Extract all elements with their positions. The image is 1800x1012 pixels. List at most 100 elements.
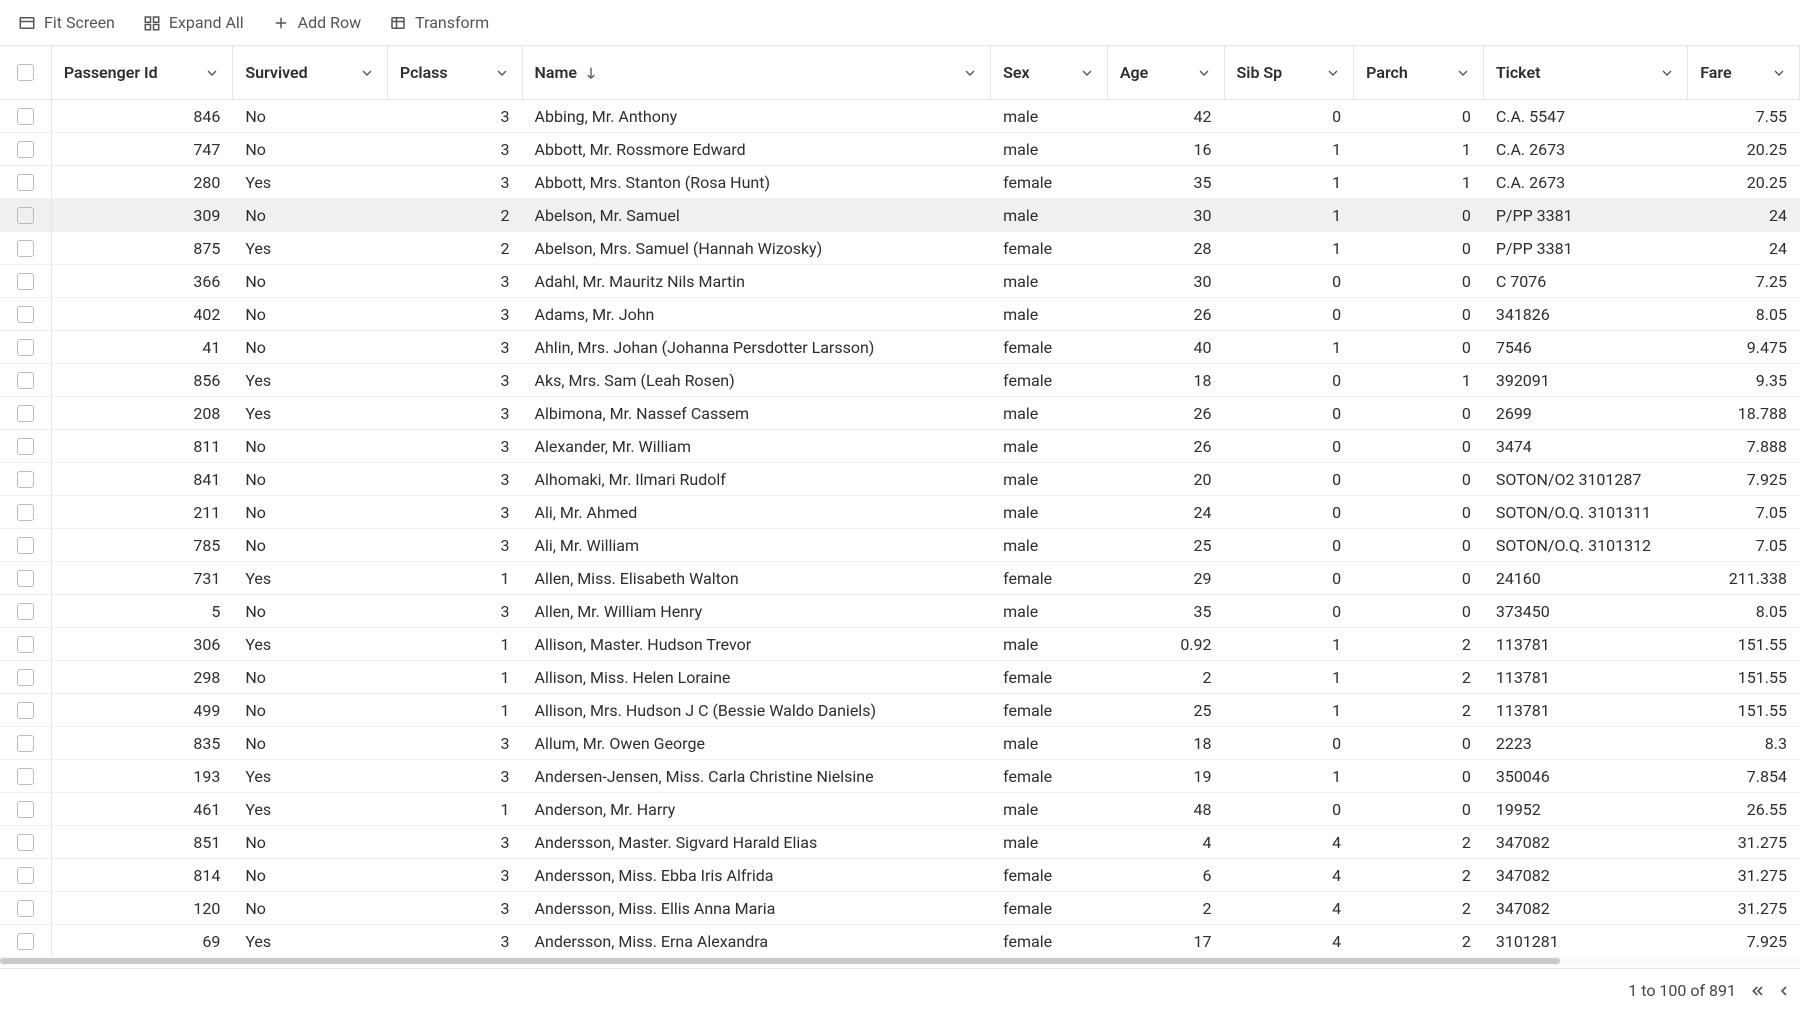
table-row[interactable]: 5No3Allen, Mr. William Henrymale35003734… [0,595,1800,628]
table-row[interactable]: 851No3Andersson, Master. Sigvard Harald … [0,826,1800,859]
column-header-ticket[interactable]: Ticket [1484,46,1688,99]
table-row[interactable]: 731Yes1Allen, Miss. Elisabeth Waltonfema… [0,562,1800,595]
cell-sex: male [991,595,1108,627]
chevron-down-icon[interactable] [1325,65,1341,81]
column-header-parch[interactable]: Parch [1354,46,1484,99]
row-checkbox[interactable] [17,438,34,455]
row-select-cell [0,892,52,924]
table-row[interactable]: 298No1Allison, Miss. Helen Lorainefemale… [0,661,1800,694]
row-checkbox[interactable] [17,240,34,257]
row-checkbox[interactable] [17,306,34,323]
horizontal-scrollbar-thumb[interactable] [0,958,1560,964]
cell-survived: No [233,430,388,462]
table-row[interactable]: 461Yes1Anderson, Mr. Harrymale4800199522… [0,793,1800,826]
transform-button[interactable]: Transform [389,13,489,32]
row-checkbox[interactable] [17,405,34,422]
row-checkbox[interactable] [17,867,34,884]
cell-survived: No [233,595,388,627]
horizontal-scrollbar[interactable] [0,956,1800,966]
chevron-down-icon[interactable] [1196,65,1212,81]
cell-pclass: 3 [388,826,523,858]
expand-all-button[interactable]: Expand All [143,13,244,32]
row-checkbox[interactable] [17,207,34,224]
table-row[interactable]: 41No3Ahlin, Mrs. Johan (Johanna Persdott… [0,331,1800,364]
add-row-button[interactable]: Add Row [272,13,361,32]
row-checkbox[interactable] [17,603,34,620]
table-row[interactable]: 856Yes3Aks, Mrs. Sam (Leah Rosen)female1… [0,364,1800,397]
row-checkbox[interactable] [17,669,34,686]
column-header-age[interactable]: Age [1108,46,1225,99]
chevron-down-icon[interactable] [1455,65,1471,81]
chevron-down-icon[interactable] [1659,65,1675,81]
row-checkbox[interactable] [17,702,34,719]
cell-age: 26 [1108,430,1225,462]
first-page-icon[interactable] [1750,983,1766,999]
column-header-fare[interactable]: Fare [1688,46,1800,99]
row-checkbox[interactable] [17,273,34,290]
row-checkbox[interactable] [17,537,34,554]
row-checkbox[interactable] [17,174,34,191]
column-header-passenger-id[interactable]: Passenger Id [52,46,234,99]
row-checkbox[interactable] [17,735,34,752]
row-checkbox[interactable] [17,933,34,950]
row-checkbox[interactable] [17,471,34,488]
table-row[interactable]: 208Yes3Albimona, Mr. Nassef Cassemmale26… [0,397,1800,430]
column-header-sex[interactable]: Sex [991,46,1108,99]
column-header-survived[interactable]: Survived [233,46,388,99]
cell-fare: 20.25 [1688,133,1800,165]
cell-parch: 1 [1354,364,1484,396]
chevron-down-icon[interactable] [1079,65,1095,81]
prev-page-icon[interactable] [1776,983,1792,999]
row-checkbox[interactable] [17,570,34,587]
row-checkbox[interactable] [17,339,34,356]
cell-survived: Yes [233,397,388,429]
table-row[interactable]: 193Yes3Andersen-Jensen, Miss. Carla Chri… [0,760,1800,793]
table-row[interactable]: 306Yes1Allison, Master. Hudson Trevormal… [0,628,1800,661]
fit-screen-button[interactable]: Fit Screen [18,13,115,32]
chevron-down-icon[interactable] [204,65,220,81]
select-all-checkbox[interactable] [17,64,34,81]
cell-sex: male [991,100,1108,132]
row-checkbox[interactable] [17,636,34,653]
chevron-down-icon[interactable] [1771,65,1787,81]
row-checkbox[interactable] [17,768,34,785]
table-row[interactable]: 366No3Adahl, Mr. Mauritz Nils Martinmale… [0,265,1800,298]
table-row[interactable]: 69Yes3Andersson, Miss. Erna Alexandrafem… [0,925,1800,958]
cell-sex: female [991,661,1108,693]
row-checkbox[interactable] [17,801,34,818]
cell-age: 25 [1108,694,1225,726]
table-row[interactable]: 835No3Allum, Mr. Owen Georgemale18002223… [0,727,1800,760]
row-checkbox[interactable] [17,834,34,851]
table-row[interactable]: 280Yes3Abbott, Mrs. Stanton (Rosa Hunt)f… [0,166,1800,199]
table-row[interactable]: 747No3Abbott, Mr. Rossmore Edwardmale161… [0,133,1800,166]
row-select-cell [0,430,52,462]
table-row[interactable]: 814No3Andersson, Miss. Ebba Iris Alfrida… [0,859,1800,892]
table-row[interactable]: 875Yes2Abelson, Mrs. Samuel (Hannah Wizo… [0,232,1800,265]
chevron-down-icon[interactable] [359,65,375,81]
table-row[interactable]: 402No3Adams, Mr. Johnmale26003418268.05 [0,298,1800,331]
table-row[interactable]: 811No3Alexander, Mr. Williammale26003474… [0,430,1800,463]
cell-passenger-id: 366 [52,265,234,297]
row-checkbox[interactable] [17,108,34,125]
table-row[interactable]: 211No3Ali, Mr. Ahmedmale2400SOTON/O.Q. 3… [0,496,1800,529]
table-row[interactable]: 841No3Alhomaki, Mr. Ilmari Rudolfmale200… [0,463,1800,496]
cell-parch: 0 [1354,232,1484,264]
table-row[interactable]: 785No3Ali, Mr. Williammale2500SOTON/O.Q.… [0,529,1800,562]
row-checkbox[interactable] [17,900,34,917]
column-header-name[interactable]: Name [523,46,992,99]
column-header-pclass[interactable]: Pclass [388,46,523,99]
cell-age: 29 [1108,562,1225,594]
table-row[interactable]: 499No1Allison, Mrs. Hudson J C (Bessie W… [0,694,1800,727]
table-row[interactable]: 309No2Abelson, Mr. Samuelmale3010P/PP 33… [0,199,1800,232]
row-checkbox[interactable] [17,141,34,158]
chevron-down-icon[interactable] [494,65,510,81]
table-row[interactable]: 846No3Abbing, Mr. Anthonymale4200C.A. 55… [0,100,1800,133]
row-checkbox[interactable] [17,504,34,521]
column-header-sibsp[interactable]: Sib Sp [1225,46,1355,99]
table-row[interactable]: 120No3Andersson, Miss. Ellis Anna Mariaf… [0,892,1800,925]
row-select-cell [0,100,52,132]
chevron-down-icon[interactable] [962,65,978,81]
cell-pclass: 3 [388,133,523,165]
cell-parch: 0 [1354,463,1484,495]
row-checkbox[interactable] [17,372,34,389]
